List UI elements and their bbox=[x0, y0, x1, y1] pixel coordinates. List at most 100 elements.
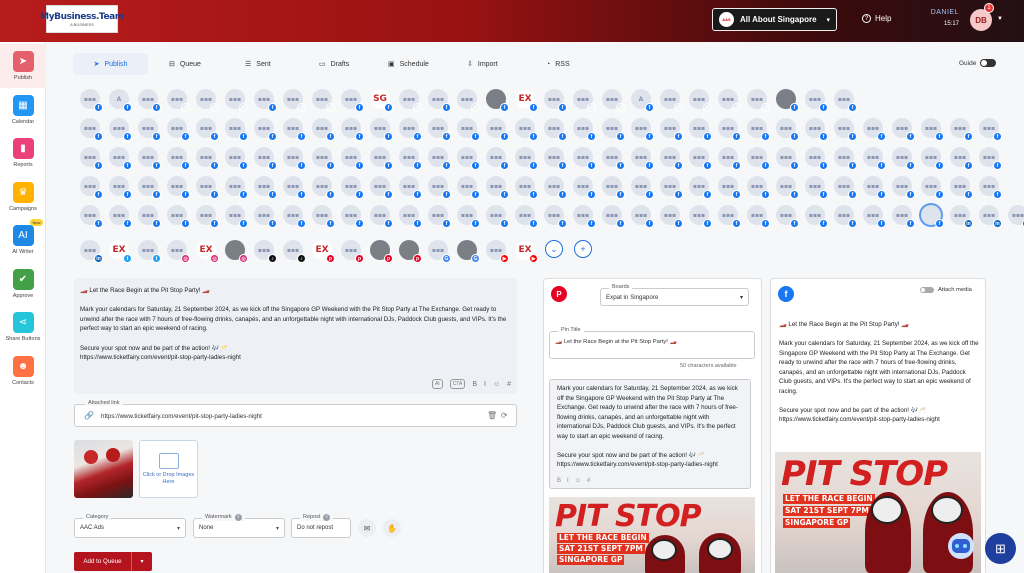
social-account-avatar[interactable]: ▪▪▪ f bbox=[776, 118, 799, 141]
social-account-avatar[interactable]: ▪▪▪ f bbox=[921, 176, 944, 199]
tab-drafts[interactable]: ▭ Drafts bbox=[311, 53, 357, 75]
boards-select[interactable]: Boards Expat in Singapore ▾ bbox=[600, 284, 749, 306]
social-account-avatar[interactable]: ▪▪▪ f bbox=[312, 118, 335, 141]
social-account-avatar[interactable]: ▪▪▪ f bbox=[457, 147, 480, 170]
watermark-select[interactable]: Watermark i None ▾ bbox=[193, 514, 285, 538]
bold-icon[interactable]: B bbox=[557, 478, 561, 484]
social-account-avatar[interactable]: p bbox=[399, 240, 422, 263]
social-account-avatar[interactable]: ▪▪▪ bbox=[167, 89, 190, 112]
social-account-avatar[interactable]: ▪▪▪ f bbox=[892, 147, 915, 170]
tab-rss[interactable]: ◔ RSS bbox=[538, 53, 578, 75]
social-account-avatar[interactable]: ▪▪▪ f bbox=[138, 89, 161, 112]
image-dropzone[interactable]: Click or Drop Images Here bbox=[139, 440, 198, 498]
sidebar-item-ai-writer[interactable]: AI New AI Writer bbox=[0, 218, 46, 262]
social-account-avatar[interactable]: ▪▪▪ f bbox=[602, 118, 625, 141]
social-account-avatar[interactable]: ▪▪▪ f bbox=[225, 176, 248, 199]
social-account-avatar[interactable]: ▪▪▪ f bbox=[544, 147, 567, 170]
social-account-avatar[interactable]: ▪▪▪ f bbox=[863, 176, 886, 199]
social-account-avatar[interactable]: ▪▪▪ f bbox=[515, 147, 538, 170]
social-account-avatar[interactable]: ▪▪▪ bbox=[457, 89, 480, 112]
tab-sent[interactable]: ☰ Sent bbox=[237, 53, 279, 75]
social-account-avatar[interactable]: ▪▪▪ f bbox=[196, 147, 219, 170]
approval-button[interactable]: ✋ bbox=[383, 519, 401, 537]
social-account-avatar[interactable]: ▪▪▪ f bbox=[689, 118, 712, 141]
emoji-icon[interactable]: ☺ bbox=[575, 478, 581, 484]
social-account-avatar[interactable]: ▪▪▪ f bbox=[950, 176, 973, 199]
emoji-icon[interactable]: ☺ bbox=[493, 381, 500, 388]
tab-queue[interactable]: ⊟ Queue bbox=[161, 53, 209, 75]
pin-description-field[interactable]: Mark your calendars for Saturday, 21 Sep… bbox=[549, 379, 751, 489]
social-account-avatar[interactable]: SG f bbox=[370, 89, 393, 112]
social-account-avatar[interactable]: ▪▪▪ f bbox=[225, 147, 248, 170]
social-account-avatar[interactable]: EX p bbox=[312, 240, 335, 263]
social-account-avatar[interactable]: ▪▪▪ f bbox=[254, 147, 277, 170]
social-account-avatar[interactable]: ▪▪▪ f bbox=[573, 176, 596, 199]
sidebar-item-share-buttons[interactable]: ⋖ Share Buttons bbox=[0, 305, 46, 349]
social-account-avatar[interactable]: ▪▪▪ f bbox=[370, 147, 393, 170]
social-account-avatar[interactable]: ▪▪▪ f bbox=[341, 147, 364, 170]
social-account-avatar[interactable]: ▪▪▪in bbox=[979, 205, 1002, 228]
social-account-avatar[interactable]: ▪▪▪ f bbox=[138, 118, 161, 141]
add-to-queue-label[interactable]: Add to Queue bbox=[74, 552, 131, 571]
social-account-avatar[interactable]: ▪▪▪ f bbox=[747, 118, 770, 141]
social-account-avatar[interactable]: ▪▪▪ f bbox=[254, 176, 277, 199]
social-account-avatar[interactable]: ▪▪▪ f bbox=[805, 176, 828, 199]
social-account-avatar[interactable]: EX ▶ bbox=[515, 240, 538, 263]
social-account-avatar[interactable]: ▪▪▪ f bbox=[747, 147, 770, 170]
social-account-avatar[interactable]: ▪▪▪ bbox=[718, 89, 741, 112]
social-account-avatar[interactable]: ▪▪▪ f bbox=[370, 205, 393, 228]
social-account-avatar[interactable]: ▪▪▪ f bbox=[660, 118, 683, 141]
social-account-avatar[interactable]: ▪▪▪ f bbox=[863, 118, 886, 141]
sidebar-item-contacts[interactable]: ☻ Contacts bbox=[0, 349, 46, 393]
chevron-down-icon[interactable]: ▼ bbox=[997, 16, 1003, 22]
repost-select[interactable]: Repost i Do not repost bbox=[291, 514, 351, 538]
social-account-avatar[interactable]: ▪▪▪ t bbox=[138, 240, 161, 263]
social-account-avatar[interactable]: ▪▪▪ f bbox=[399, 118, 422, 141]
social-account-avatar[interactable]: ▪▪▪in bbox=[950, 205, 973, 228]
trash-icon[interactable]: 🗑 bbox=[487, 411, 497, 420]
social-account-avatar[interactable]: ▪▪▪ f bbox=[486, 176, 509, 199]
guide-toggle[interactable]: Guide bbox=[959, 59, 997, 67]
uploaded-image-thumbnail[interactable] bbox=[74, 440, 133, 498]
social-account-avatar[interactable]: ▪▪▪ f bbox=[312, 147, 335, 170]
italic-icon[interactable]: I bbox=[567, 478, 569, 484]
social-account-avatar[interactable]: ▪▪▪ f bbox=[689, 205, 712, 228]
social-account-avatar[interactable]: ▪▪▪ f bbox=[370, 176, 393, 199]
social-account-avatar[interactable]: p bbox=[370, 240, 393, 263]
attached-link-value[interactable]: https://www.ticketfairy.com/event/pit-st… bbox=[101, 413, 262, 420]
social-account-avatar[interactable]: ▪▪▪ f bbox=[370, 118, 393, 141]
social-account-avatar[interactable]: ▪▪▪ f bbox=[544, 118, 567, 141]
social-account-avatar[interactable]: ▪▪▪ f bbox=[515, 205, 538, 228]
pin-title-value[interactable]: 🏎️ Let the Race Begin at the Pit Stop Pa… bbox=[555, 339, 677, 345]
social-account-avatar[interactable]: ▪▪▪ ◎ bbox=[167, 240, 190, 263]
italic-icon[interactable]: I bbox=[484, 381, 486, 388]
add-account-button[interactable]: + bbox=[574, 240, 592, 258]
social-account-avatar[interactable]: ▪▪▪ f bbox=[747, 205, 770, 228]
sidebar-item-calendar[interactable]: ▦ Calendar bbox=[0, 88, 46, 132]
social-account-avatar[interactable]: ▪▪▪ bbox=[196, 89, 219, 112]
social-account-avatar[interactable]: ▪▪▪ f bbox=[486, 205, 509, 228]
attached-link-field[interactable]: Attached link 🔗 https://www.ticketfairy.… bbox=[74, 400, 517, 427]
social-account-avatar[interactable]: ▪▪▪ f bbox=[109, 176, 132, 199]
social-account-avatar[interactable]: ▪▪▪ f bbox=[776, 176, 799, 199]
social-account-avatar[interactable]: ▪▪▪ f bbox=[167, 118, 190, 141]
social-account-avatar[interactable]: ▪▪▪ bbox=[689, 89, 712, 112]
social-account-avatar[interactable]: ▪▪▪ f bbox=[834, 89, 857, 112]
social-account-avatar[interactable]: ▪▪▪ f bbox=[486, 147, 509, 170]
social-account-avatar[interactable]: ▪▪▪ f bbox=[312, 205, 335, 228]
social-account-avatar[interactable]: ▪▪▪ f bbox=[167, 205, 190, 228]
social-account-avatar[interactable]: ▪▪▪ f bbox=[776, 205, 799, 228]
social-account-avatar[interactable]: ▪▪▪ f bbox=[602, 147, 625, 170]
social-account-avatar[interactable]: ▪▪▪ f bbox=[805, 89, 828, 112]
social-account-avatar[interactable]: ▪▪▪ f bbox=[834, 176, 857, 199]
social-account-avatar[interactable]: ▪▪▪ f bbox=[602, 176, 625, 199]
social-account-avatar[interactable]: f bbox=[776, 89, 799, 112]
social-account-avatar[interactable]: ▪▪▪ f bbox=[254, 205, 277, 228]
social-account-avatar[interactable]: ▪▪▪ f bbox=[776, 147, 799, 170]
social-account-avatar[interactable]: ▪▪▪ bbox=[573, 89, 596, 112]
toggle-switch[interactable] bbox=[920, 287, 934, 293]
social-account-avatar[interactable]: ▪▪▪in bbox=[1008, 205, 1024, 228]
social-account-avatar[interactable]: ▪▪▪ f bbox=[515, 118, 538, 141]
cta-icon[interactable]: CTA bbox=[449, 379, 466, 389]
tab-publish[interactable]: ➤ Publish bbox=[73, 53, 148, 75]
